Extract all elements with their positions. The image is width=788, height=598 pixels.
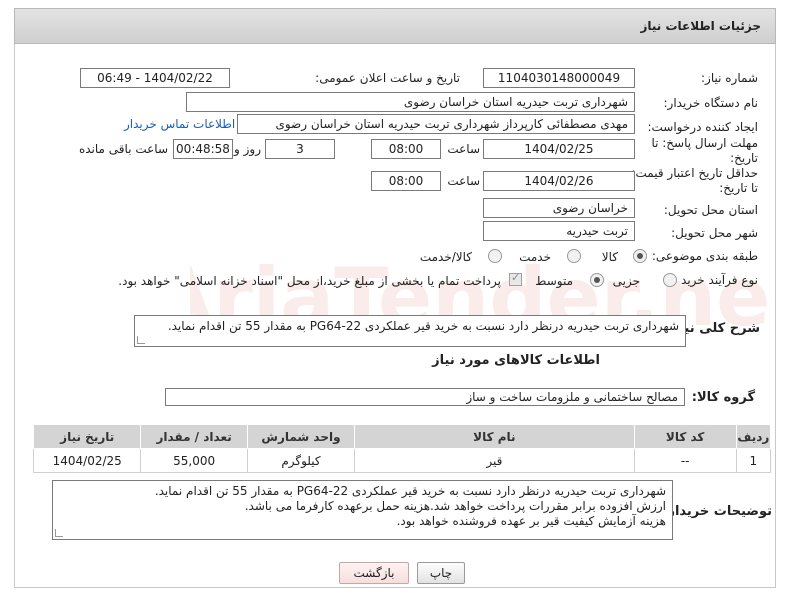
buyer-notes-label: توضیحات خریدار:: [662, 504, 772, 519]
process-label: نوع فرآیند خرید :: [673, 273, 758, 287]
category-option-goods: کالا: [601, 250, 618, 264]
table-row: 1 -- قیر کیلوگرم 55,000 1404/02/25: [32, 448, 772, 473]
treasury-payment-note: پرداخت تمام یا بخشی از مبلغ خرید،از محل …: [118, 274, 501, 288]
cell-date: 1404/02/25: [32, 448, 142, 473]
need-number-field: 1104030148000049: [483, 68, 635, 88]
col-header-name: نام کالا: [354, 424, 635, 449]
reply-days-field: 3: [265, 139, 335, 159]
category-radio-service[interactable]: [567, 249, 581, 263]
reply-deadline-label-2: تاریخ:: [730, 151, 758, 165]
goods-group-label: گروه کالا:: [691, 390, 755, 405]
category-option-goods-service: کالا/خدمت: [419, 250, 472, 264]
reply-time-field: 08:00: [371, 139, 441, 159]
cell-unit: کیلوگرم: [246, 448, 356, 473]
buyer-notes-line-1: شهرداری تربت حیدریه درنظر دارد نسبت به خ…: [154, 484, 666, 498]
description-textarea[interactable]: شهرداری تربت حیدریه درنظر دارد نسبت به خ…: [134, 315, 686, 347]
delivery-province-field: خراسان رضوی: [483, 198, 635, 218]
reply-deadline-label: مهلت ارسال پاسخ: تا: [651, 136, 758, 150]
col-header-code: کد کالا: [633, 424, 737, 449]
buyer-notes-line-3: هزینه آزمایش کیفیت قیر بر عهده فروشنده خ…: [396, 514, 666, 528]
cell-code: --: [633, 448, 737, 473]
cell-name: قیر: [354, 448, 635, 473]
delivery-city-label: شهر محل تحویل:: [671, 226, 758, 240]
resize-grip-icon[interactable]: [55, 529, 63, 537]
category-radio-goods[interactable]: [633, 249, 647, 263]
buyer-notes-textarea[interactable]: شهرداری تربت حیدریه درنظر دارد نسبت به خ…: [52, 480, 673, 540]
goods-group-field: مصالح ساختمانی و ملزومات ساخت و ساز: [165, 388, 685, 406]
back-button[interactable]: بازگشت: [339, 562, 409, 584]
announce-field: 1404/02/22 - 06:49: [80, 68, 230, 88]
delivery-province-label: استان محل تحویل:: [663, 203, 758, 217]
reply-date-field: 1404/02/25: [483, 139, 635, 159]
process-option-minor: جزیی: [612, 274, 640, 288]
price-validity-label-2: تا تاریخ:: [719, 181, 758, 195]
announce-label: تاریخ و ساعت اعلان عمومی:: [315, 71, 460, 85]
treasury-payment-checkbox[interactable]: [509, 271, 522, 286]
col-header-qty: تعداد / مقدار: [140, 424, 248, 449]
goods-section-title: اطلاعات کالاهای مورد نیاز: [432, 353, 600, 368]
page-title: جزئیات اطلاعات نیاز: [640, 19, 761, 33]
category-label: طبقه بندی موضوعی:: [651, 249, 758, 263]
print-button[interactable]: چاپ: [417, 562, 465, 584]
category-radio-goods-service[interactable]: [488, 249, 502, 263]
reply-days-label: روز و: [234, 142, 261, 156]
cell-row: 1: [735, 448, 772, 473]
price-date-field: 1404/02/26: [483, 171, 635, 191]
process-radio-minor[interactable]: [663, 273, 677, 287]
buyer-notes-line-2: ارزش افزوده برابر مقررات پرداخت خواهد شد…: [244, 499, 666, 513]
col-header-unit: واحد شمارش: [246, 424, 356, 449]
price-time-field: 08:00: [371, 171, 441, 191]
price-time-label: ساعت: [447, 174, 480, 188]
buyer-contact-link[interactable]: اطلاعات تماس خریدار: [124, 117, 235, 131]
delivery-city-field: تربت حیدریه: [483, 221, 635, 241]
resize-grip-icon[interactable]: [137, 336, 145, 344]
reply-time-label: ساعت: [447, 142, 480, 156]
requester-field: مهدی مصطفائی کارپرداز شهرداری تربت حیدری…: [237, 114, 635, 134]
requester-label: ایجاد کننده درخواست:: [647, 120, 758, 134]
page-header: جزئیات اطلاعات نیاز: [14, 8, 776, 44]
remaining-time-field: 00:48:58: [173, 139, 233, 159]
remaining-time-label: ساعت باقی مانده: [78, 142, 168, 156]
goods-table: ردیف کد کالا نام کالا واحد شمارش تعداد /…: [32, 424, 772, 473]
buyer-org-field: شهرداری تربت حیدریه استان خراسان رضوی: [186, 92, 635, 112]
process-radio-medium[interactable]: [590, 273, 604, 287]
cell-qty: 55,000: [140, 448, 248, 473]
buyer-org-label: نام دستگاه خریدار:: [663, 96, 759, 110]
col-header-row: ردیف: [735, 424, 772, 449]
goods-table-header-row: ردیف کد کالا نام کالا واحد شمارش تعداد /…: [32, 424, 772, 449]
col-header-date: تاریخ نیاز: [32, 424, 142, 449]
need-number-label: شماره نیاز:: [701, 71, 758, 85]
price-validity-label: حداقل تاریخ اعتبار قیمت:: [631, 166, 758, 180]
description-text: شهرداری تربت حیدریه درنظر دارد نسبت به خ…: [167, 319, 679, 333]
process-option-medium: متوسط: [535, 274, 573, 288]
category-option-service: خدمت: [519, 250, 551, 264]
